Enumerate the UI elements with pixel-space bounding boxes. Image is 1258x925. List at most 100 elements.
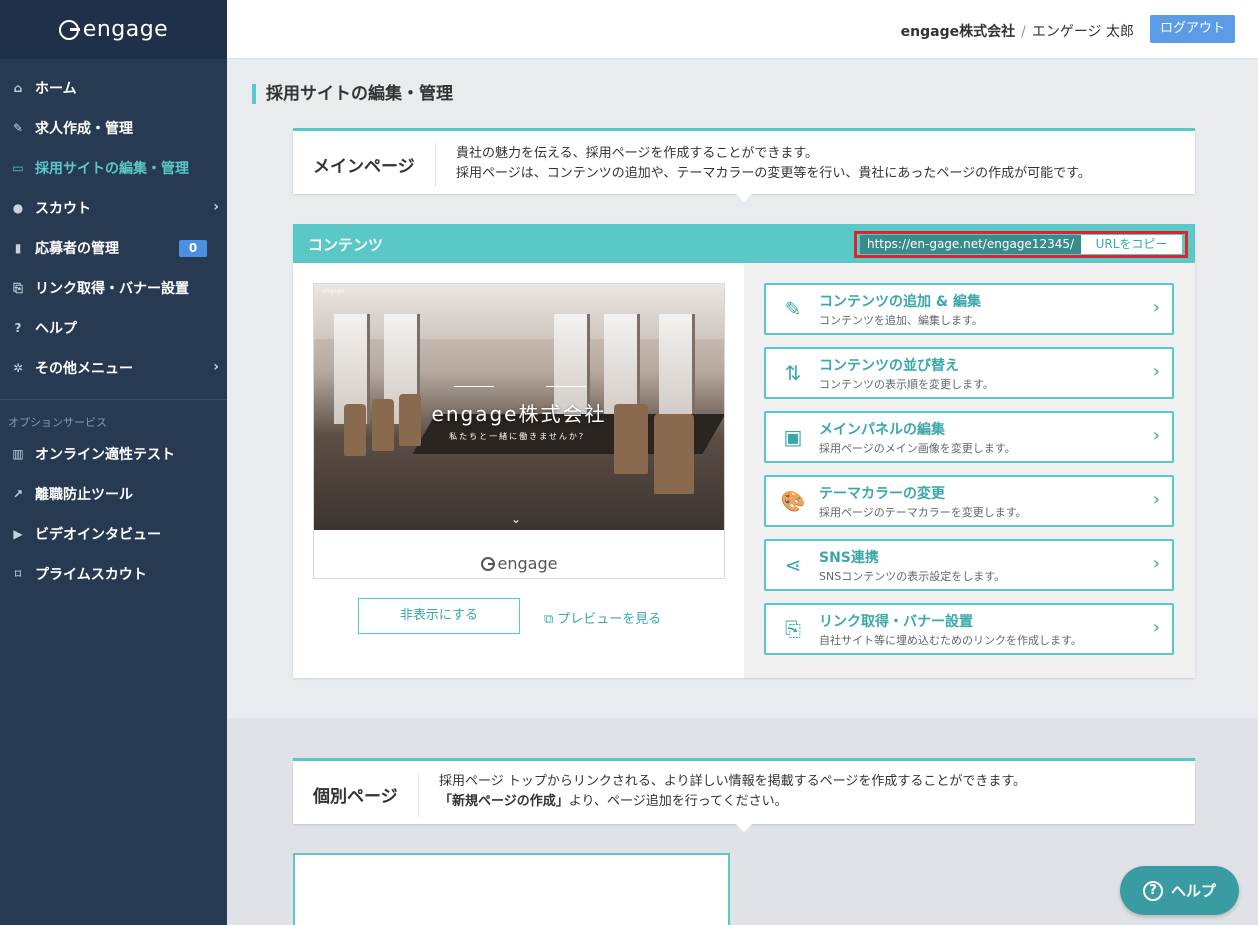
pointer-notch bbox=[736, 194, 752, 202]
chevron-right-icon: › bbox=[1152, 425, 1160, 446]
count-badge: 0 bbox=[179, 240, 207, 257]
action-subtitle: 採用ページのテーマカラーを変更します。 bbox=[819, 506, 1027, 519]
page-title: 採用サイトの編集・管理 bbox=[252, 84, 453, 104]
action-subtitle: コンテンツの表示順を変更します。 bbox=[819, 378, 994, 391]
header-user-info: engage株式会社 / エンゲージ 太郎 bbox=[901, 21, 1134, 41]
sidebar-item-4[interactable]: ● スカウト › bbox=[0, 188, 227, 228]
option-nav: ▥ オンライン適性テスト ↗ 離職防止ツール ▶ ビデオインタビュー ⌑ プライムスカウト bbox=[0, 434, 227, 594]
preview-area: engage engage株式会社 私たちと一緒に働きませんか？ ⌄ engag… bbox=[293, 263, 744, 678]
sort-icon: ⇅ bbox=[784, 361, 802, 385]
desc-line-1: 貴社の魅力を伝える、採用ページを作成することができます。 bbox=[456, 146, 819, 161]
preview-link-label: プレビューを見る bbox=[557, 612, 662, 627]
top-header: engage株式会社 / エンゲージ 太郎 ログアウト bbox=[227, 0, 1258, 59]
action-title: メインパネルの編集 bbox=[819, 422, 945, 438]
sidebar-item-3[interactable]: ▭ 採用サイトの編集・管理 bbox=[0, 148, 227, 188]
engage-logo[interactable]: engage bbox=[58, 17, 168, 42]
engage-logo-icon bbox=[58, 19, 80, 40]
main-page-description: 貴社の魅力を伝える、採用ページを作成することができます。 採用ページは、コンテン… bbox=[456, 144, 1091, 184]
action-title: SNS連携 bbox=[819, 550, 879, 566]
pointer-notch bbox=[736, 824, 752, 832]
action-button-3[interactable]: ▣ メインパネルの編集 採用ページのメイン画像を変更します。 › bbox=[764, 411, 1174, 463]
actions-area: ✎ コンテンツの追加 & 編集 コンテンツを追加、編集します。 › ⇅ コンテンツの並び替… bbox=[744, 263, 1195, 678]
sidebar-item-4[interactable]: ⌑ プライムスカウト bbox=[0, 554, 227, 594]
sidebar-item-2[interactable]: ↗ 離職防止ツール bbox=[0, 474, 227, 514]
contents-panel-header: コンテンツ https://en-gage.net/engage12345/ U… bbox=[293, 224, 1195, 263]
question-icon: ? bbox=[1142, 880, 1163, 901]
chevron-right-icon: › bbox=[213, 199, 219, 215]
preview-rule bbox=[546, 386, 586, 387]
sidebar-item-label: その他メニュー bbox=[35, 361, 133, 377]
new-page-emphasis: 「新規ページの作成」 bbox=[439, 794, 569, 809]
id-card-icon: ▮ bbox=[14, 241, 22, 255]
sidebar-item-2[interactable]: ✎ 求人作成・管理 bbox=[0, 108, 227, 148]
bar-chart-icon: ▥ bbox=[12, 447, 24, 461]
pencil-icon: ✎ bbox=[784, 297, 802, 321]
action-button-1[interactable]: ✎ コンテンツの追加 & 編集 コンテンツを追加、編集します。 › bbox=[764, 283, 1174, 335]
sidebar-item-label: 求人作成・管理 bbox=[35, 121, 133, 137]
sidebar-item-5[interactable]: ▮ 応募者の管理 0 bbox=[0, 228, 227, 268]
action-button-6[interactable]: ⎘ リンク取得・バナー設置 自社サイト等に埋め込むためのリンクを作成します。 › bbox=[764, 603, 1174, 655]
main-page-label: メインページ bbox=[313, 157, 415, 177]
sidebar: engage ⌂ ホーム ✎ 求人作成・管理 ▭ 採用サイトの編集・管理 ● スカウト › ▮ 応募… bbox=[0, 0, 227, 925]
gear-icon: ✲ bbox=[12, 361, 24, 375]
preview-footer-logo: engage bbox=[314, 554, 724, 573]
chevron-right-icon: › bbox=[213, 359, 219, 375]
sub-page-label: 個別ページ bbox=[313, 787, 398, 807]
sidebar-item-label: 採用サイトの編集・管理 bbox=[35, 161, 189, 177]
sidebar-item-1[interactable]: ⌂ ホーム bbox=[0, 68, 227, 108]
image-panel-icon: ▣ bbox=[783, 425, 803, 449]
sub-page-description: 採用ページ トップからリンクされる、より詳しい情報を掲載するページを作成すること… bbox=[439, 772, 1026, 812]
help-label: ヘルプ bbox=[1170, 882, 1216, 900]
help-floating-button[interactable]: ? ヘルプ bbox=[1120, 866, 1239, 915]
action-button-2[interactable]: ⇅ コンテンツの並び替え コンテンツの表示順を変更します。 › bbox=[764, 347, 1174, 399]
hide-button[interactable]: 非表示にする bbox=[358, 598, 520, 634]
sidebar-item-label: オンライン適性テスト bbox=[35, 447, 175, 463]
video-icon: ▶ bbox=[13, 527, 23, 541]
chevron-right-icon: › bbox=[1152, 553, 1160, 574]
contents-title: コンテンツ bbox=[308, 236, 384, 254]
preview-company-name: engage株式会社 bbox=[431, 402, 607, 426]
sidebar-item-7[interactable]: ? ヘルプ bbox=[0, 308, 227, 348]
divider bbox=[418, 773, 419, 817]
user-name: エンゲージ 太郎 bbox=[1031, 24, 1134, 40]
sidebar-item-1[interactable]: ▥ オンライン適性テスト bbox=[0, 434, 227, 474]
action-subtitle: SNSコンテンツの表示設定をします。 bbox=[819, 570, 1006, 583]
action-button-5[interactable]: ⋖ SNS連携 SNSコンテンツの表示設定をします。 › bbox=[764, 539, 1174, 591]
action-title: コンテンツの追加 & 編集 bbox=[819, 294, 981, 310]
chevron-right-icon: › bbox=[1152, 297, 1160, 318]
sidebar-item-label: ホーム bbox=[35, 81, 77, 97]
logout-button[interactable]: ログアウト bbox=[1150, 15, 1235, 43]
code-file-icon: ⎘ bbox=[13, 280, 23, 295]
action-subtitle: コンテンツを追加、編集します。 bbox=[819, 314, 983, 327]
new-page-card[interactable] bbox=[293, 853, 730, 925]
sidebar-item-label: スカウト bbox=[35, 201, 91, 217]
url-highlight-box: https://en-gage.net/engage12345/ URLをコピー bbox=[854, 231, 1188, 258]
bookmark-icon: ⌑ bbox=[14, 567, 22, 581]
preview-link[interactable]: ⧉ プレビューを見る bbox=[544, 608, 661, 627]
sub-page-info: 個別ページ 採用ページ トップからリンクされる、より詳しい情報を掲載するページを… bbox=[293, 758, 1195, 832]
action-button-4[interactable]: 🎨 テーマカラーの変更 採用ページのテーマカラーを変更します。 › bbox=[764, 475, 1174, 527]
desc-line-2: 「新規ページの作成」より、ページ追加を行ってください。 bbox=[439, 792, 1026, 812]
preview-footer-logo-text: engage bbox=[497, 554, 558, 573]
chevron-right-icon: › bbox=[1152, 489, 1160, 510]
divider bbox=[435, 143, 436, 187]
sidebar-item-6[interactable]: ⎘ リンク取得・バナー設置 bbox=[0, 268, 227, 308]
main-page-info: メインページ 貴社の魅力を伝える、採用ページを作成することができます。 採用ペー… bbox=[293, 128, 1195, 202]
edit-icon: ✎ bbox=[12, 121, 24, 135]
preview-tagline: 私たちと一緒に働きませんか？ bbox=[449, 432, 589, 441]
code-file-icon: ⎘ bbox=[785, 617, 801, 641]
site-preview-thumbnail[interactable]: engage engage株式会社 私たちと一緒に働きませんか？ ⌄ engag… bbox=[313, 283, 725, 579]
copy-url-button[interactable]: URLをコピー bbox=[1081, 235, 1182, 254]
sidebar-item-label: リンク取得・バナー設置 bbox=[35, 281, 189, 297]
chevron-down-icon: ⌄ bbox=[511, 512, 522, 526]
engage-logo-icon bbox=[480, 556, 495, 571]
site-url[interactable]: https://en-gage.net/engage12345/ bbox=[860, 235, 1082, 254]
chevron-right-icon: › bbox=[1152, 617, 1160, 638]
palette-icon: 🎨 bbox=[780, 489, 806, 513]
sidebar-item-label: 応募者の管理 bbox=[35, 241, 119, 257]
sidebar-item-3[interactable]: ▶ ビデオインタビュー bbox=[0, 514, 227, 554]
sidebar-item-8[interactable]: ✲ その他メニュー › bbox=[0, 348, 227, 388]
company-name: engage株式会社 bbox=[900, 24, 1016, 40]
nav-divider bbox=[0, 399, 227, 400]
preview-hero-image: engage engage株式会社 私たちと一緒に働きませんか？ ⌄ bbox=[314, 284, 724, 530]
